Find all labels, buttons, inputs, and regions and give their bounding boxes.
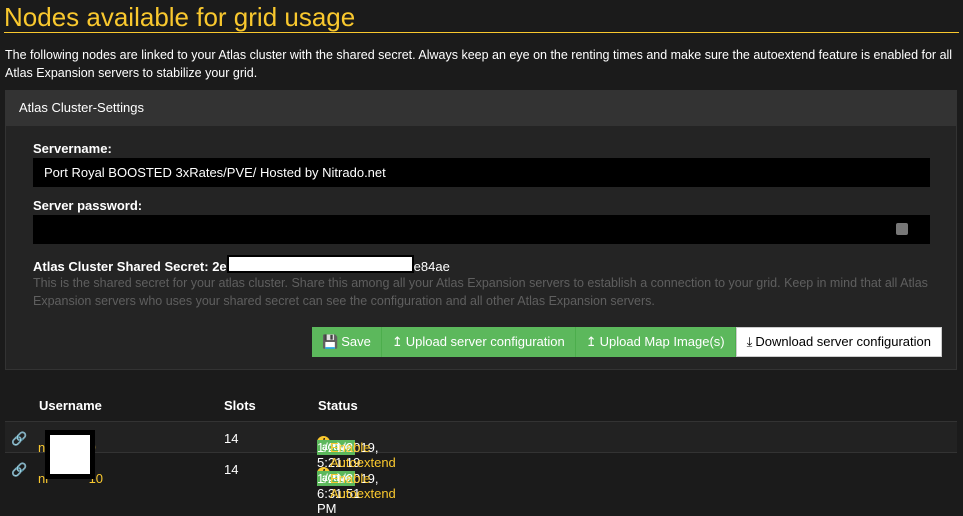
secret-help-text: This is the shared secret for your atlas…	[33, 276, 928, 308]
save-label: Save	[341, 334, 371, 349]
secret-suffix: e84ae	[413, 259, 450, 274]
shared-secret: Atlas Cluster Shared Secret: 2e e84ae	[33, 255, 450, 274]
panel-header: Atlas Cluster-Settings	[6, 91, 956, 126]
secret-redaction	[226, 255, 414, 273]
password-manager-icon[interactable]	[896, 223, 908, 235]
download-config-label: Download server configuration	[755, 334, 931, 349]
username-redaction	[45, 430, 95, 479]
status: active 1/21/2019, 5:21:19 PM ! Enable Au…	[317, 431, 396, 485]
download-config-button[interactable]: ⤓ Download server configuration	[735, 327, 942, 357]
link-icon[interactable]: 🔗	[11, 431, 27, 447]
intro-text: The following nodes are linked to your A…	[5, 48, 953, 80]
upload-config-button[interactable]: ↥ Upload server configuration	[381, 327, 576, 357]
title-divider	[4, 32, 959, 33]
cluster-settings-panel: Atlas Cluster-Settings Servername: Serve…	[5, 90, 957, 370]
secret-label: Atlas Cluster Shared Secret:	[33, 259, 209, 274]
download-icon: ⤓	[746, 334, 753, 349]
password-label: Server password:	[33, 198, 143, 213]
secret-prefix: 2e	[212, 259, 227, 274]
table-row: 🔗 ni 10 14 active 1/21/2019, 6:31:51 PM …	[5, 453, 957, 516]
upload-icon: ↥	[585, 334, 597, 349]
slots: 14	[224, 462, 239, 477]
slots: 14	[224, 431, 239, 446]
upload-config-label: Upload server configuration	[405, 334, 565, 349]
link-icon[interactable]: 🔗	[11, 462, 27, 478]
enable-autoextend-link[interactable]: Enable Autoextend	[330, 471, 396, 501]
status: active 1/21/2019, 6:31:51 PM ! Enable Au…	[317, 462, 396, 516]
page-title: Nodes available for grid usage	[4, 2, 356, 32]
header-slots: Slots	[224, 398, 256, 413]
password-input[interactable]	[33, 215, 930, 244]
header-username: Username	[39, 398, 102, 413]
upload-map-button[interactable]: ↥ Upload Map Image(s)	[575, 327, 736, 357]
upload-map-label: Upload Map Image(s)	[599, 334, 725, 349]
upload-icon: ↥	[391, 334, 403, 349]
action-buttons: 💾 Save ↥ Upload server configuration ↥ Uplo…	[312, 327, 942, 357]
header-status: Status	[318, 398, 358, 413]
save-icon: 💾	[322, 334, 339, 349]
save-button[interactable]: 💾 Save	[312, 327, 382, 357]
servername-label: Servername:	[33, 141, 112, 156]
servername-input[interactable]	[33, 158, 930, 187]
table-row: 🔗 ni 9 14 active 1/21/2019, 5:21:19 PM !…	[5, 421, 957, 485]
